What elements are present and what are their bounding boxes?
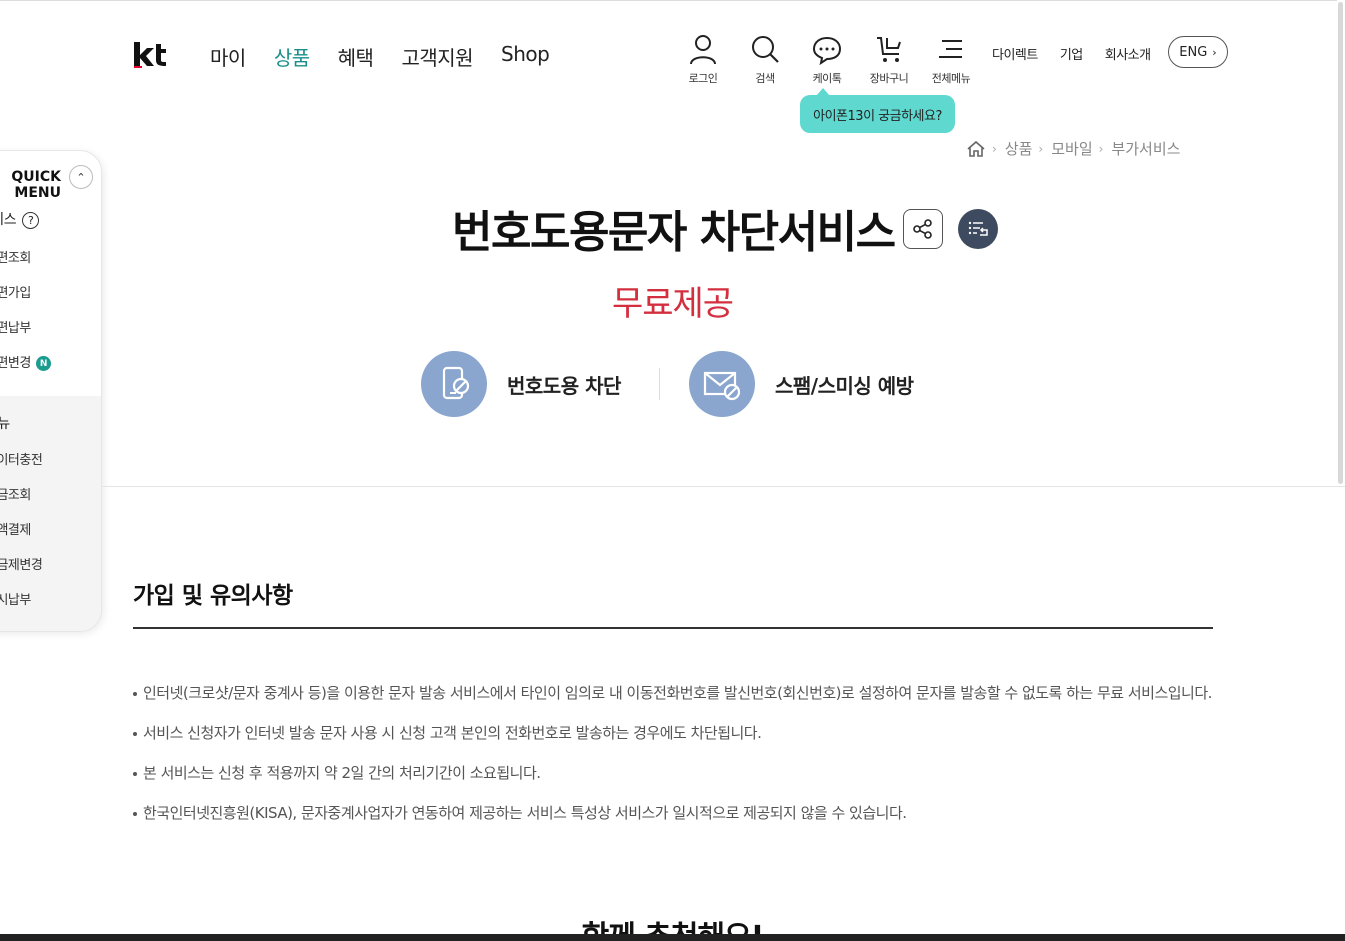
nav-support[interactable]: 고객지원	[401, 42, 473, 71]
utility-menu: 로그인 검색 케이톡 장바구니 전체메뉴	[672, 34, 982, 86]
login-button[interactable]: 로그인	[672, 34, 734, 86]
kt-logo[interactable]	[132, 38, 168, 70]
section-title: 가입 및 유의사항	[133, 583, 293, 609]
notice-item: 인터넷(크로샷/문자 중계사 등)을 이용한 문자 발송 서비스에서 타인이 임…	[133, 680, 1218, 707]
chevron-right-icon: ›	[1212, 45, 1217, 59]
divider	[102, 486, 1345, 487]
main-nav: 마이 상품 혜택 고객지원 Shop	[210, 42, 577, 71]
breadcrumb-item[interactable]: 부가서비스	[1111, 138, 1180, 159]
list-back-icon	[968, 221, 988, 236]
quick-item[interactable]: 요금제변경	[0, 554, 43, 573]
notice-item: 한국인터넷진흥원(KISA), 문자중계사업자가 연동하여 제공하는 서비스 특…	[133, 800, 1218, 827]
quick-item[interactable]: 소액결제	[0, 519, 31, 538]
page-title: 번호도용문자 차단서비스	[452, 207, 896, 258]
price-label: 무료제공	[611, 284, 734, 324]
list-button[interactable]	[958, 209, 998, 249]
quick-item[interactable]: 요금조회	[0, 484, 31, 503]
divider	[659, 368, 660, 400]
help-icon[interactable]: ?	[22, 211, 40, 229]
all-menu-button[interactable]: 전체메뉴	[920, 34, 982, 86]
scrollbar[interactable]	[1337, 0, 1345, 486]
search-icon	[752, 36, 779, 63]
quick-item[interactable]: 데이터충전	[0, 449, 43, 468]
ktalk-label: 케이톡	[812, 72, 842, 85]
feature-number-block: 번호도용 차단	[421, 351, 621, 417]
link-business[interactable]: 기업	[1060, 44, 1083, 63]
quick-menu: QUICK MENU ⌃ 서비스? 간편조회 간편가입 간편납부 간편변경N 메…	[0, 150, 102, 632]
divider	[133, 627, 1213, 629]
cart-icon	[877, 37, 901, 62]
chevron-right-icon: ›	[1038, 141, 1044, 156]
chevron-up-icon[interactable]: ⌃	[69, 165, 93, 189]
top-border	[0, 0, 1345, 1]
eng-button[interactable]: ENG ›	[1168, 36, 1228, 68]
quick-item[interactable]: 간편조회	[0, 247, 31, 266]
cart-label: 장바구니	[869, 72, 909, 85]
person-icon	[690, 35, 716, 65]
search-button[interactable]: 검색	[734, 34, 796, 86]
breadcrumb-item[interactable]: 상품	[1005, 138, 1033, 159]
notice-list: 인터넷(크로샷/문자 중계사 등)을 이용한 문자 발송 서비스에서 타인이 임…	[133, 680, 1218, 840]
notice-item: 본 서비스는 신청 후 적용까지 약 2일 간의 처리기간이 소요됩니다.	[133, 760, 1218, 787]
mail-block-icon	[689, 351, 755, 417]
all-menu-label: 전체메뉴	[931, 72, 971, 85]
home-icon[interactable]	[966, 140, 986, 158]
login-label: 로그인	[688, 72, 718, 85]
quick-item-change[interactable]: 간편변경 N	[0, 352, 51, 371]
link-company[interactable]: 회사소개	[1105, 44, 1151, 63]
scrollbar-thumb[interactable]	[1338, 2, 1343, 484]
breadcrumb: › 상품 › 모바일 › 부가서비스	[966, 138, 1180, 159]
cart-button[interactable]: 장바구니	[858, 34, 920, 86]
menu-icon	[939, 40, 962, 58]
nav-products[interactable]: 상품	[274, 42, 310, 71]
quick-menu-title: QUICK MENU	[11, 169, 61, 201]
quick-item-label: 간편변경	[0, 356, 31, 371]
new-badge: N	[35, 356, 51, 371]
share-button[interactable]	[903, 209, 943, 249]
promo-tooltip[interactable]: 아이폰13이 궁금하세요?	[800, 88, 955, 133]
feature-spam-prevent: 스팸/스미싱 예방	[689, 351, 914, 417]
breadcrumb-item[interactable]: 모바일	[1051, 138, 1092, 159]
link-direct[interactable]: 다이렉트	[992, 44, 1038, 63]
eng-label: ENG	[1179, 44, 1208, 60]
nav-shop[interactable]: Shop	[501, 42, 550, 71]
tooltip-text: 아이폰13이 궁금하세요?	[813, 108, 942, 124]
chat-icon	[812, 36, 842, 66]
quick-service[interactable]: 서비스?	[0, 209, 40, 229]
ktalk-button[interactable]: 케이톡	[796, 34, 858, 86]
nav-my[interactable]: 마이	[210, 42, 246, 71]
feature-label: 번호도용 차단	[507, 373, 621, 398]
notice-item: 서비스 신청자가 인터넷 발송 문자 사용 시 신청 고객 본인의 전화번호로 …	[133, 720, 1218, 747]
share-icon	[913, 219, 932, 239]
search-label: 검색	[755, 72, 775, 85]
chevron-right-icon: ›	[992, 141, 997, 156]
quick-item[interactable]: 즉시납부	[0, 589, 31, 608]
bottom-bar	[0, 934, 1345, 941]
quick-section-title: 메뉴	[0, 413, 10, 433]
quick-service-label: 서비스	[0, 212, 17, 228]
phone-block-icon	[421, 351, 487, 417]
nav-benefits[interactable]: 혜택	[338, 42, 374, 71]
chevron-right-icon: ›	[1098, 141, 1104, 156]
top-links: 다이렉트 기업 회사소개	[992, 44, 1173, 63]
feature-label: 스팸/스미싱 예방	[775, 373, 914, 398]
